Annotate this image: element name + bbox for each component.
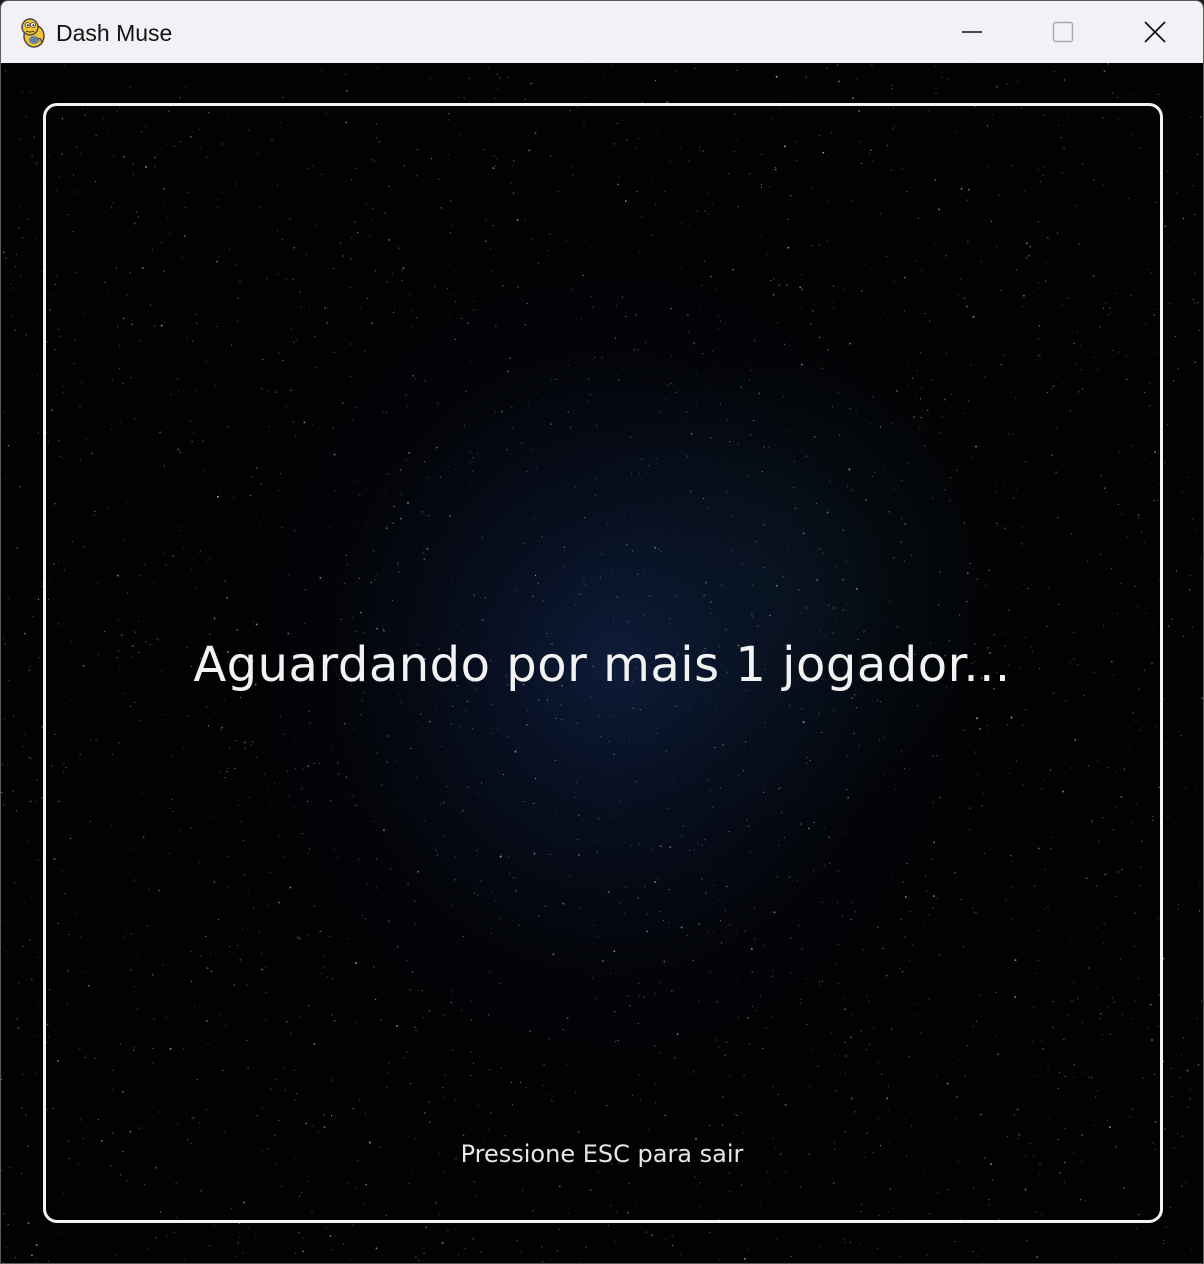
- window-title: Dash Muse: [56, 20, 173, 46]
- maximize-button[interactable]: [1017, 1, 1109, 63]
- title-bar[interactable]: Dash Muse: [1, 1, 1203, 63]
- game-window: Dash Muse Aguardando por mais 1 jogador.…: [0, 0, 1204, 1264]
- close-button[interactable]: [1109, 1, 1201, 63]
- minimize-button[interactable]: [926, 1, 1018, 63]
- exit-hint: Pressione ESC para sair: [460, 1140, 744, 1168]
- minimize-icon: [961, 21, 983, 43]
- game-canvas[interactable]: Aguardando por mais 1 jogador... Pressio…: [1, 63, 1203, 1263]
- maximize-icon: [1052, 21, 1074, 43]
- close-icon: [1143, 20, 1167, 44]
- python-snake-icon: [19, 15, 49, 49]
- waiting-message: Aguardando por mais 1 jogador...: [193, 637, 1011, 693]
